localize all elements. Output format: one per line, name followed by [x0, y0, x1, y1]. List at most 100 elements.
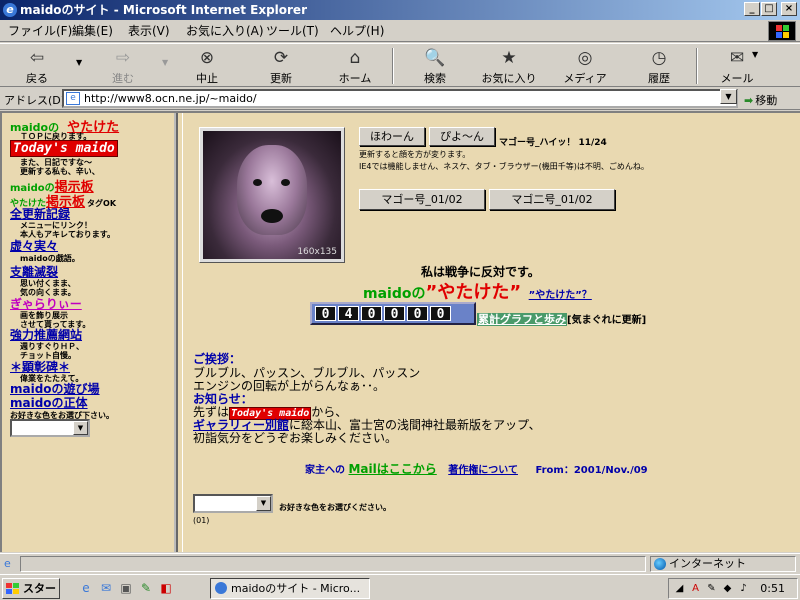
- piyon-button[interactable]: ぴよ～ん: [429, 127, 495, 146]
- search-button[interactable]: 🔍 検索: [406, 46, 464, 86]
- update-note-1: 更新すると顔を方が変ります。: [359, 150, 471, 159]
- forward-arrow-icon: ⇨: [115, 48, 131, 68]
- sidebar-kyokyo-link[interactable]: 虚々実々: [10, 237, 58, 254]
- tray-connection-icon[interactable]: ◆: [721, 582, 734, 595]
- search-label: 検索: [424, 72, 446, 85]
- dog-photo[interactable]: 160x135: [199, 127, 345, 263]
- from-date: From：2001/Nov./09: [535, 465, 648, 476]
- outlook-quicklaunch-icon[interactable]: ✉: [98, 580, 114, 596]
- chevron-down-icon[interactable]: ▼: [256, 496, 271, 511]
- yatageta-title: ”やたけた”: [425, 282, 522, 303]
- access-counter: 040000: [310, 302, 476, 325]
- menu-bar: ファイル(F) 編集(E) 表示(V) お気に入り(A) ツール(T) ヘルプ(…: [0, 20, 800, 42]
- counter-digit: 0: [407, 306, 428, 322]
- counter-digit: 0: [361, 306, 382, 322]
- history-icon: ◷: [651, 48, 667, 68]
- mago1-button[interactable]: マゴー号_01/02: [359, 189, 485, 210]
- forward-dropdown-icon[interactable]: ▼: [162, 58, 168, 67]
- media-label: メディア: [563, 72, 607, 85]
- back-label: 戻る: [26, 72, 48, 85]
- yatageta-what-link[interactable]: ”やたけた”？: [529, 290, 592, 301]
- window-title: maidoのサイト - Microsoft Internet Explorer: [20, 3, 307, 17]
- chevron-down-icon[interactable]: ▼: [73, 421, 88, 435]
- taskbar: スタート e ✉ ▣ ✎ ◧ maidoのサイト - Micro... ◢ A …: [0, 574, 800, 600]
- go-arrow-icon: ➡: [744, 94, 754, 107]
- counter-digit: 4: [338, 306, 359, 322]
- refresh-button[interactable]: ⟳ 更新: [252, 46, 310, 86]
- back-button[interactable]: ⇦ 戻る: [8, 46, 66, 86]
- minimize-button[interactable]: _: [744, 2, 760, 16]
- mail-dropdown-icon[interactable]: ▼: [752, 50, 758, 59]
- app-quicklaunch-icon[interactable]: ◧: [158, 580, 174, 596]
- tray-a-icon[interactable]: A: [689, 582, 702, 595]
- main-color-select[interactable]: ▼: [193, 494, 273, 513]
- counter-digit: 0: [430, 306, 451, 322]
- tray-app-icon[interactable]: ◢: [673, 582, 686, 595]
- back-arrow-icon: ⇦: [29, 48, 45, 68]
- clock[interactable]: 0:51: [760, 579, 785, 598]
- mail-link[interactable]: Mailはここから: [348, 462, 436, 476]
- address-dropdown-icon[interactable]: ▼: [720, 89, 737, 104]
- menu-edit[interactable]: 編集(E): [72, 23, 113, 39]
- toolbar-separator: [392, 48, 394, 84]
- counter-digit: 0: [315, 306, 336, 322]
- update-note-2: IE4では機能しません、ネスケ、タブ・ブラウザー(機田千等)は不明、ごめんね。: [359, 162, 649, 171]
- mail-icon: ✉: [729, 48, 745, 68]
- system-tray: ◢ A ✎ ◆ ♪ 0:51: [668, 578, 798, 599]
- menu-file[interactable]: ファイル(F): [8, 23, 72, 39]
- address-url: http://www8.ocn.ne.jp/~maido/: [84, 92, 257, 105]
- back-dropdown-icon[interactable]: ▼: [76, 58, 82, 67]
- media-button[interactable]: ◎ メディア: [556, 46, 614, 86]
- hawan-button[interactable]: ほわーん: [359, 127, 425, 146]
- favorites-button[interactable]: ★ お気に入り: [480, 46, 538, 86]
- footnote: (01): [193, 516, 210, 525]
- dog-eye-right: [281, 179, 290, 186]
- stop-label: 中止: [196, 72, 218, 85]
- desktop-quicklaunch-icon[interactable]: ▣: [118, 580, 134, 596]
- toolbar-separator: [696, 48, 698, 84]
- address-bar: アドレス(D) e http://www8.ocn.ne.jp/~maido/ …: [0, 88, 800, 110]
- close-button[interactable]: ×: [781, 2, 797, 16]
- footer-links: 家主への Mailはここから 著作権について From：2001/Nov./09: [305, 460, 648, 477]
- address-input[interactable]: e http://www8.ocn.ne.jp/~maido/: [62, 89, 738, 108]
- menu-help[interactable]: ヘルプ(H): [330, 23, 384, 39]
- page-icon: e: [66, 92, 80, 105]
- ie-quicklaunch-icon[interactable]: e: [78, 580, 94, 596]
- page-status-icon: e: [4, 557, 11, 570]
- menu-favorites[interactable]: お気に入り(A): [186, 23, 264, 39]
- yatageta-heading: maidoの”やたけた” ”やたけた”？: [363, 278, 592, 304]
- mail-prefix: 家主への: [305, 465, 345, 476]
- graph-line: 累計グラフと歩み[気まぐれに更新]: [477, 311, 646, 327]
- window-title-bar: e maidoのサイト - Microsoft Internet Explore…: [0, 0, 800, 20]
- forward-button[interactable]: ⇨ 進む: [94, 46, 152, 86]
- sidebar-shoutai-link[interactable]: maidoの正体: [10, 394, 88, 411]
- favorites-label: お気に入り: [481, 72, 537, 85]
- dog-eye-left: [253, 179, 262, 186]
- windows-logo-icon: [6, 583, 20, 595]
- maximize-button[interactable]: □: [761, 2, 777, 16]
- graph-link[interactable]: 累計グラフと歩み: [477, 313, 567, 326]
- go-button[interactable]: ➡ 移動: [744, 92, 777, 108]
- ie-icon: [215, 582, 227, 594]
- home-icon: ⌂: [349, 48, 361, 68]
- zone-label: インターネット: [669, 557, 746, 570]
- menu-view[interactable]: 表示(V): [128, 23, 170, 39]
- copyright-link[interactable]: 著作権について: [448, 465, 518, 476]
- yatageta-maido-label: maidoの: [363, 286, 426, 302]
- status-bar: e インターネット: [0, 553, 800, 573]
- dog-nose: [261, 209, 283, 223]
- menu-tools[interactable]: ツール(T): [266, 23, 319, 39]
- tray-ime-icon[interactable]: ✎: [705, 582, 718, 595]
- tray-volume-icon[interactable]: ♪: [737, 582, 750, 595]
- start-button[interactable]: スタート: [2, 578, 60, 599]
- history-button[interactable]: ◷ 履歴: [630, 46, 688, 86]
- editor-quicklaunch-icon[interactable]: ✎: [138, 580, 154, 596]
- forward-label: 進む: [112, 72, 134, 85]
- stop-button[interactable]: ⊗ 中止: [178, 46, 236, 86]
- taskbar-window-button[interactable]: maidoのサイト - Micro...: [210, 578, 370, 599]
- mago2-button[interactable]: マゴ二号_01/02: [489, 189, 615, 210]
- sidebar-today-link[interactable]: Today's maido: [10, 140, 118, 157]
- counter-digit: 0: [384, 306, 405, 322]
- home-button[interactable]: ⌂ ホーム: [326, 46, 384, 86]
- sidebar-color-select[interactable]: ▼: [10, 419, 90, 437]
